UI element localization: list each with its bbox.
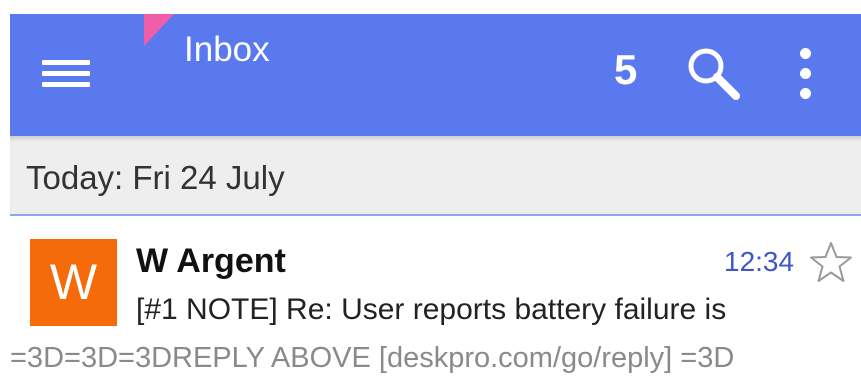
page-title: Inbox [184,30,270,69]
star-icon[interactable] [808,240,854,286]
date-section-header: Today: Fri 24 July [10,136,861,216]
more-vertical-icon[interactable] [786,44,826,108]
menu-icon[interactable] [38,52,94,96]
search-icon[interactable] [682,42,746,106]
avatar: W [30,239,117,326]
message-subject: [#1 NOTE] Re: User reports battery failu… [136,293,727,326]
date-header-label: Today: Fri 24 July [26,159,285,196]
message-list-item[interactable]: W W Argent 12:34 [#1 NOTE] Re: User repo… [10,216,861,387]
status-strip [0,0,861,14]
unread-count-badge: 5 [614,46,638,93]
app-bar: Inbox 5 [10,14,861,136]
message-sender: W Argent [136,242,286,280]
message-preview: =3D=3D=3DREPLY ABOVE [deskpro.com/go/rep… [10,342,735,374]
message-time: 12:34 [724,246,795,277]
mail-app-screen: Inbox 5 Today: Fri 24 July W W Argent 12… [0,0,861,387]
account-color-flag [144,14,174,46]
